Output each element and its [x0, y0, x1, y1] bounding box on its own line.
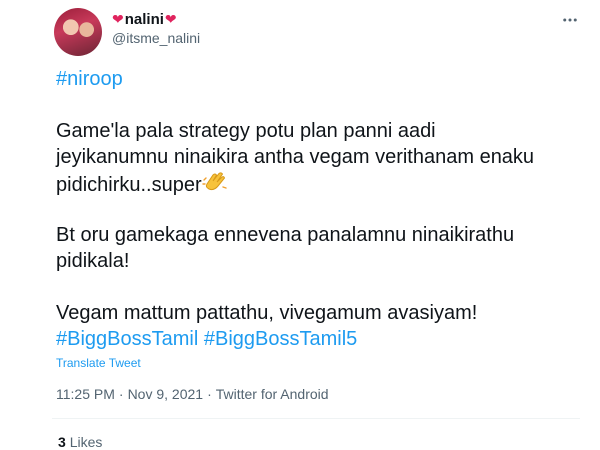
- tweet-paragraph: Vegam mattum pattathu, vivegamum avasiya…: [56, 300, 477, 352]
- tweet-line: Bt oru gamekaga ennevena panalamnu ninai…: [56, 224, 515, 246]
- tweet-line: pidichirku..super: [56, 174, 202, 196]
- meta-separator: ·: [207, 386, 212, 402]
- more-options-button[interactable]: [560, 10, 580, 30]
- display-name-text: nalini: [124, 10, 164, 28]
- more-horizontal-icon: [563, 18, 577, 22]
- tweet-time[interactable]: 11:25 PM: [56, 386, 115, 402]
- tweet-line: Game'la pala strategy potu plan panni aa…: [56, 120, 436, 142]
- meta-separator: ·: [118, 386, 124, 402]
- tweet-line: pidikala!: [56, 250, 130, 272]
- display-name[interactable]: ❤ nalini ❤: [112, 11, 177, 28]
- tweet-card: ❤ nalini ❤ @itsme_nalini #niroop Game'la…: [0, 0, 600, 450]
- tweet-paragraph: Bt oru gamekaga ennevena panalamnu ninai…: [56, 222, 514, 274]
- tweet-paragraph: Game'la pala strategy potu plan panni aa…: [56, 118, 534, 201]
- tweet-line: Vegam mattum pattathu, vivegamum avasiya…: [56, 302, 478, 324]
- tweet-source[interactable]: Twitter for Android: [216, 386, 329, 402]
- likes-label: Likes: [69, 434, 103, 450]
- author-handle[interactable]: @itsme_nalini: [112, 30, 200, 46]
- divider: [52, 418, 580, 419]
- clapping-hands-icon: [201, 170, 228, 201]
- tweet-metadata: 11:25 PM · Nov 9, 2021 · Twitter for And…: [56, 386, 329, 402]
- hashtag-link[interactable]: #niroop: [56, 68, 123, 90]
- tweet-line: jeyikanumnu ninaikira antha vegam verith…: [56, 146, 535, 168]
- translate-tweet-link[interactable]: Translate Tweet: [56, 356, 141, 370]
- hashtag-link[interactable]: #BiggBossTamil: [56, 328, 198, 350]
- tweet-date[interactable]: Nov 9, 2021: [128, 386, 204, 402]
- avatar[interactable]: [54, 8, 102, 56]
- likes-link[interactable]: 3 Likes: [58, 434, 102, 450]
- hashtag-link[interactable]: #BiggBossTamil5: [204, 328, 357, 350]
- heart-icon: ❤: [112, 11, 124, 27]
- heart-icon: ❤: [164, 11, 177, 27]
- likes-count: 3: [58, 434, 66, 450]
- author-name-row[interactable]: ❤ nalini ❤: [112, 9, 177, 29]
